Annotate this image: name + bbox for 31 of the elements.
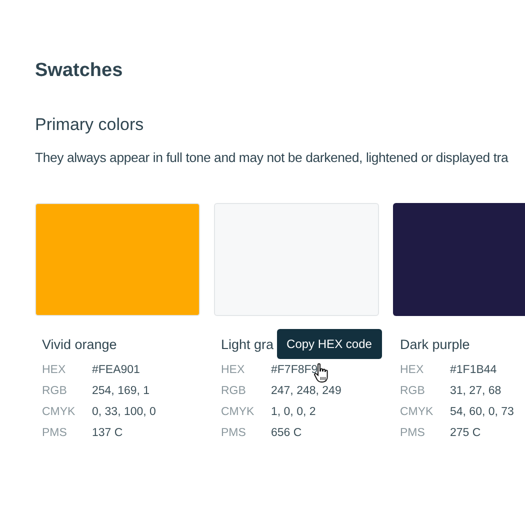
spec-label: PMS [400, 426, 426, 441]
spec-value: 656 C [271, 426, 303, 441]
spec-label: RGB [221, 384, 247, 399]
spec-value[interactable]: #FEA901 [92, 362, 200, 378]
page-title: Swatches [35, 59, 124, 83]
spec-label: CMYK [400, 405, 434, 420]
section-heading: Primary colors [35, 114, 145, 136]
spec-value[interactable]: #F7F8F9 [271, 362, 379, 378]
spec-label: HEX [221, 363, 246, 378]
section-description: They always appear in full tone and may not be darkened, lightened or displayed tra [35, 149, 510, 167]
spec-label: RGB [42, 384, 68, 399]
spec-label: HEX [42, 363, 67, 378]
spec-value: 0, 33, 100, 0 [92, 405, 157, 420]
spec-value: 54, 60, 0, 73 [450, 405, 515, 420]
spec-value: 137 C [92, 426, 124, 441]
spec-label: PMS [221, 426, 247, 441]
tooltip: Copy HEX code [276, 329, 382, 359]
spec-value: 275 C [450, 426, 482, 441]
swatch-name: Dark purple [400, 336, 470, 352]
spec-value: 247, 248, 249 [271, 384, 342, 399]
swatch-name: Vivid orange [42, 336, 117, 352]
spec-value[interactable]: #1F1B44 [450, 362, 525, 378]
swatch-name: Light gra [221, 336, 274, 352]
spec-label: CMYK [221, 405, 256, 420]
spec-value: 31, 27, 68 [450, 384, 502, 399]
spec-value: 254, 169, 1 [92, 384, 151, 399]
spec-label: HEX [400, 363, 425, 378]
spec-value: 1, 0, 0, 2 [271, 405, 317, 420]
spec-label: RGB [400, 384, 426, 399]
spec-label: CMYK [42, 405, 76, 420]
spec-label: PMS [42, 426, 68, 441]
